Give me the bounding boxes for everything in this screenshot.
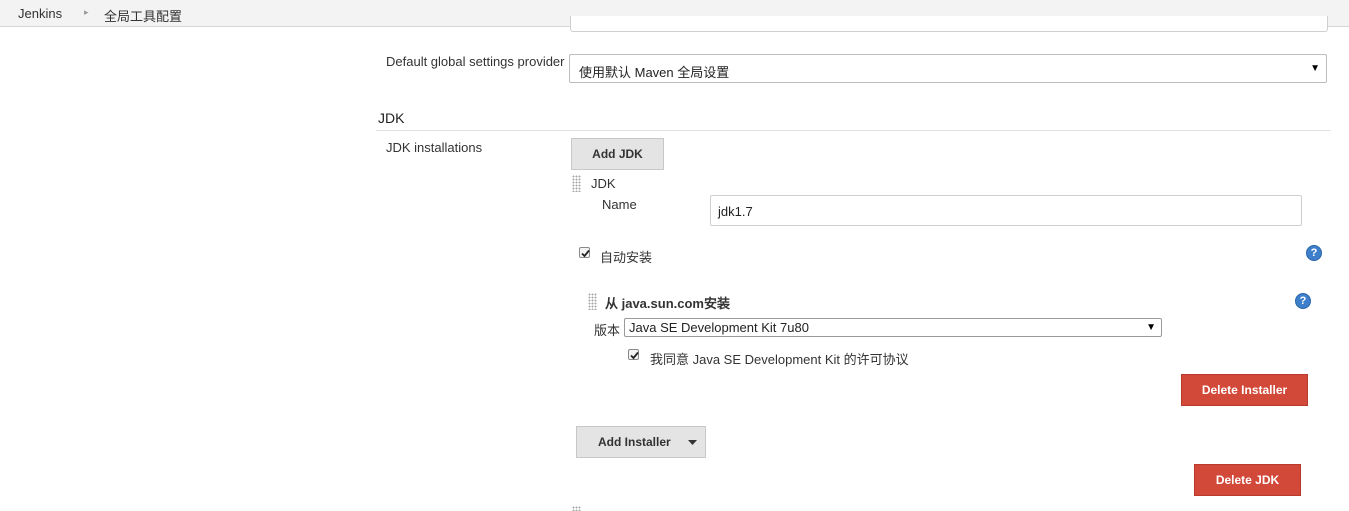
- help-icon[interactable]: ?: [1306, 245, 1322, 261]
- breadcrumb-global-tool-config[interactable]: 全局工具配置: [104, 6, 182, 25]
- jdk-name-value: jdk1.7: [718, 204, 753, 219]
- add-installer-button[interactable]: Add Installer: [576, 426, 706, 458]
- add-installer-label: Add Installer: [598, 435, 671, 449]
- jdk-name-label: Name: [602, 197, 637, 212]
- license-checkbox[interactable]: [628, 349, 639, 360]
- jdk-name-input[interactable]: jdk1.7: [710, 195, 1302, 226]
- global-settings-value: 使用默认 Maven 全局设置: [579, 65, 730, 80]
- global-settings-select[interactable]: 使用默认 Maven 全局设置 ▼: [569, 54, 1327, 83]
- license-label: 我同意 Java SE Development Kit 的许可协议: [650, 352, 909, 367]
- auto-install-label: 自动安装: [600, 250, 653, 265]
- add-jdk-button[interactable]: Add JDK: [571, 138, 664, 170]
- jdk-section-title: JDK: [378, 110, 405, 126]
- jdk-installations-label: JDK installations: [386, 140, 483, 155]
- caret-down-icon: [688, 440, 697, 445]
- delete-jdk-button[interactable]: Delete JDK: [1194, 464, 1301, 496]
- version-label: 版本: [594, 323, 621, 338]
- breadcrumb-separator-icon: ▸: [84, 7, 89, 17]
- jdk-version-select[interactable]: Java SE Development Kit 7u80 ▼: [624, 318, 1162, 337]
- drag-handle-icon[interactable]: [588, 293, 597, 310]
- check-icon: [581, 249, 590, 258]
- breadcrumb-jenkins[interactable]: Jenkins: [18, 6, 62, 21]
- jdk-version-value: Java SE Development Kit 7u80: [629, 320, 809, 335]
- global-settings-label: Default global settings provider: [386, 54, 565, 69]
- section-divider: [376, 130, 1331, 131]
- delete-installer-button[interactable]: Delete Installer: [1181, 374, 1308, 406]
- chevron-down-icon: ▼: [1310, 63, 1320, 74]
- check-icon: [630, 351, 639, 360]
- drag-handle-icon[interactable]: [572, 175, 581, 192]
- jdk-entry-header: JDK: [591, 176, 616, 191]
- installer-title: 从 java.sun.com安装: [605, 296, 730, 311]
- help-icon[interactable]: ?: [1295, 293, 1311, 309]
- maven-settings-field-partial[interactable]: [570, 16, 1328, 32]
- drag-handle-icon[interactable]: [572, 506, 581, 511]
- chevron-down-icon: ▼: [1146, 322, 1156, 333]
- auto-install-checkbox[interactable]: [579, 247, 590, 258]
